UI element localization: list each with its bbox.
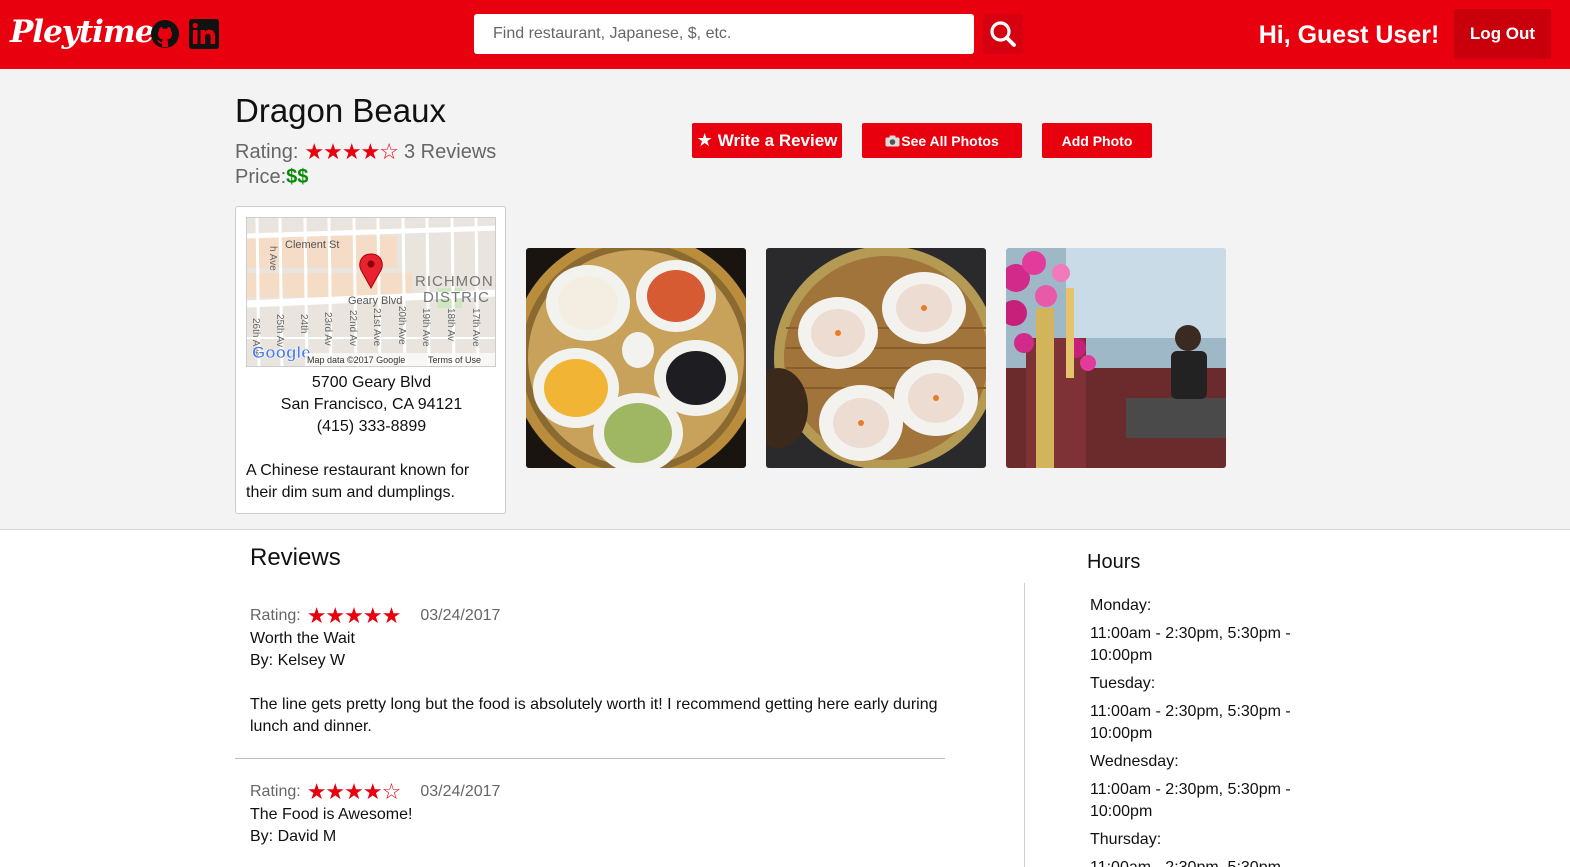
business-address: 5700 Geary Blvd San Francisco, CA 94121 … bbox=[236, 372, 507, 438]
map-label-district-2: DISTRIC bbox=[423, 289, 490, 306]
map-label-ave: 21st Ave bbox=[371, 308, 382, 347]
hours-time: 11:00am - 2:30pm, 5:30pm - 10:00pm bbox=[1090, 625, 1291, 664]
map-label-ave: 17th Ave bbox=[470, 308, 481, 347]
business-info-card: Clement St Geary Blvd RICHMON DISTRIC h … bbox=[235, 206, 506, 514]
business-photo[interactable] bbox=[1006, 248, 1226, 468]
camera-icon bbox=[885, 135, 900, 146]
map-label-ave: 20th Ave bbox=[396, 306, 407, 345]
review-divider bbox=[235, 758, 945, 759]
write-review-button[interactable]: ★ Write a Review bbox=[692, 123, 842, 158]
map-label-corner-ave: h Ave bbox=[267, 246, 278, 271]
map-attribution: Map data ©2017 Google bbox=[307, 355, 405, 365]
column-divider bbox=[1024, 583, 1025, 867]
price-label: Price: bbox=[235, 166, 287, 188]
photo-restaurant-interior bbox=[1006, 248, 1226, 468]
review-author: By: Kelsey W bbox=[250, 652, 346, 669]
rating-stars: ★★★★☆ bbox=[304, 139, 399, 164]
star-icon: ★ bbox=[696, 130, 713, 150]
hours-time: 11:00am - 2:30pm, 5:30pm - 10:00pm bbox=[1090, 857, 1310, 867]
hours-time: 11:00am - 2:30pm, 5:30pm - 10:00pm bbox=[1090, 781, 1291, 820]
photo-dim-sum-assortment bbox=[526, 248, 746, 468]
map-label-clement: Clement St bbox=[285, 239, 339, 251]
review-title: The Food is Awesome! bbox=[250, 806, 413, 823]
search-icon bbox=[990, 21, 1016, 47]
see-all-photos-label: See All Photos bbox=[901, 132, 999, 149]
top-navbar: Pleytime Hi, Guest User! Log Out bbox=[0, 0, 1570, 70]
review-author: By: David M bbox=[250, 828, 337, 845]
phone-number: (415) 333-8899 bbox=[316, 418, 427, 435]
google-logo: Google bbox=[252, 343, 311, 362]
business-description: A Chinese restaurant known for their dim… bbox=[246, 462, 470, 501]
github-icon[interactable] bbox=[150, 19, 180, 49]
review-meta: Rating: ★★★★★ 03/24/2017 bbox=[250, 603, 940, 628]
hours-time: 11:00am - 2:30pm, 5:30pm - 10:00pm bbox=[1090, 703, 1291, 742]
hours-day: Tuesday: bbox=[1090, 675, 1156, 692]
review-item: Rating: ★★★★★ 03/24/2017 Worth the Wait … bbox=[250, 603, 940, 738]
map-label-ave: 19th Ave bbox=[420, 308, 431, 347]
hours-day: Monday: bbox=[1090, 597, 1152, 614]
linkedin-icon[interactable] bbox=[189, 19, 219, 49]
hours-day: Wednesday: bbox=[1090, 753, 1179, 770]
business-name: Dragon Beaux bbox=[235, 92, 446, 129]
address-line-2: San Francisco, CA 94121 bbox=[280, 396, 463, 413]
business-photo[interactable] bbox=[526, 248, 746, 468]
see-all-photos-button[interactable]: See All Photos bbox=[862, 123, 1022, 158]
review-date: 03/24/2017 bbox=[420, 607, 501, 624]
review-rating-label: Rating: bbox=[250, 607, 301, 624]
review-title: Worth the Wait bbox=[250, 630, 355, 647]
business-rating: Rating: ★★★★☆ 3 Reviews bbox=[235, 139, 496, 165]
photo-soup-dumplings bbox=[766, 248, 986, 468]
location-map[interactable]: Clement St Geary Blvd RICHMON DISTRIC h … bbox=[246, 217, 496, 367]
map-label-geary: Geary Blvd bbox=[348, 295, 402, 307]
review-stars: ★★★★☆ bbox=[306, 779, 402, 804]
review-stars: ★★★★★ bbox=[306, 603, 402, 628]
map-label-district-1: RICHMON bbox=[415, 273, 494, 290]
hours-day: Thursday: bbox=[1090, 831, 1162, 848]
map-label-ave: 24th bbox=[298, 314, 309, 333]
hours-heading: Hours bbox=[1087, 551, 1141, 573]
map-label-ave: 23rd Av bbox=[322, 312, 333, 346]
logout-button[interactable]: Log Out bbox=[1454, 9, 1551, 59]
review-item: Rating: ★★★★☆ 03/24/2017 The Food is Awe… bbox=[250, 779, 940, 848]
map-label-ave: 18th Av bbox=[445, 308, 456, 341]
site-logo[interactable]: Pleytime bbox=[10, 14, 154, 50]
review-count[interactable]: 3 Reviews bbox=[404, 141, 496, 164]
review-meta: Rating: ★★★★☆ 03/24/2017 bbox=[250, 779, 940, 804]
map-terms-link: Terms of Use bbox=[428, 355, 481, 365]
price-value: $$ bbox=[286, 166, 309, 188]
rating-label: Rating: bbox=[235, 140, 299, 163]
business-price: Price:$$ bbox=[235, 166, 308, 189]
reviews-heading: Reviews bbox=[250, 544, 341, 571]
review-rating-label: Rating: bbox=[250, 783, 301, 800]
write-review-label: Write a Review bbox=[717, 130, 838, 150]
review-body: The line gets pretty long but the food i… bbox=[250, 696, 938, 735]
review-date: 03/24/2017 bbox=[420, 783, 501, 800]
search-button[interactable] bbox=[983, 14, 1023, 54]
business-photo[interactable] bbox=[766, 248, 986, 468]
map-graphic: Clement St Geary Blvd RICHMON DISTRIC h … bbox=[247, 218, 495, 366]
address-line-1: 5700 Geary Blvd bbox=[311, 374, 432, 391]
map-label-ave: 22nd Av bbox=[347, 310, 358, 346]
user-greeting: Hi, Guest User! bbox=[1258, 0, 1440, 70]
hours-list: Monday: 11:00am - 2:30pm, 5:30pm - 10:00… bbox=[1090, 595, 1310, 867]
add-photo-button[interactable]: Add Photo bbox=[1042, 123, 1152, 158]
search-input[interactable] bbox=[474, 14, 974, 54]
